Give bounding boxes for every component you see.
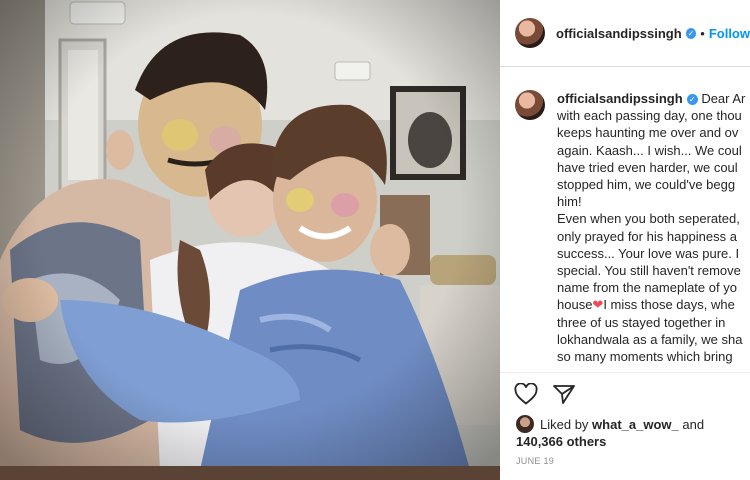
post-date[interactable]: JUNE 19 (516, 456, 554, 466)
liked-by-user[interactable]: what_a_wow_ (592, 417, 679, 432)
caption-line: him! (557, 194, 582, 210)
author-username[interactable]: officialsandipssingh (556, 26, 682, 41)
caption-line: special. You still haven't remove (557, 263, 741, 279)
heart-outline-icon[interactable] (514, 382, 538, 410)
photo-image (0, 0, 500, 480)
author-avatar[interactable] (515, 18, 545, 48)
caption-line: so many moments which bring (557, 349, 733, 365)
follow-button[interactable]: Follow (709, 26, 750, 41)
caption-line: only prayed for his happiness a (557, 228, 737, 244)
caption-line: three of us stayed together in (557, 314, 726, 330)
caption-author-avatar[interactable] (515, 90, 545, 120)
caption-line: name from the nameplate of yo (557, 280, 737, 296)
liker-avatar[interactable] (516, 415, 534, 433)
likes-summary: Liked by what_a_wow_ and 140,366 others (516, 415, 704, 450)
caption-line: again. Kaash... I wish... We coul (557, 142, 742, 158)
paper-plane-icon[interactable] (552, 383, 576, 410)
caption-text: officialsandipssingh ✓ Dear Ar with each … (557, 90, 745, 365)
liked-by-and: and (682, 417, 705, 432)
caption-line: lokhandwala as a family, we sha (557, 331, 743, 347)
verified-badge-icon: ✓ (686, 94, 698, 105)
caption-section: officialsandipssingh ✓ Dear Ar with each … (515, 90, 750, 365)
caption-line: stopped him, we could've begg (557, 177, 736, 193)
caption-line: keeps haunting me over and ov (557, 125, 739, 141)
caption-line: Even when you both seperated, (557, 211, 740, 227)
post-photo[interactable] (0, 0, 500, 480)
caption-line: house (557, 297, 593, 313)
caption-line: I miss those days, whe (603, 297, 735, 313)
caption-line: with each passing day, one thou (557, 108, 742, 124)
likes-count[interactable]: 140,366 others (516, 434, 606, 449)
post-header: officialsandipssingh ✓ • Follow (500, 0, 750, 67)
caption-line: success... Your love was pure. I (557, 245, 740, 261)
caption-line: Dear Ar (701, 91, 746, 106)
liked-by-prefix: Liked by (540, 417, 589, 432)
photo-bottom-strip (0, 466, 500, 480)
caption-line: have tried even harder, we coul (557, 159, 738, 175)
red-heart-emoji-icon: ❤ (592, 297, 604, 313)
caption-author-username[interactable]: officialsandipssingh (557, 91, 683, 106)
post-details-panel: officialsandipssingh ✓ • Follow official… (500, 0, 750, 480)
header-separator: • (700, 25, 705, 41)
verified-badge-icon: ✓ (685, 27, 697, 39)
